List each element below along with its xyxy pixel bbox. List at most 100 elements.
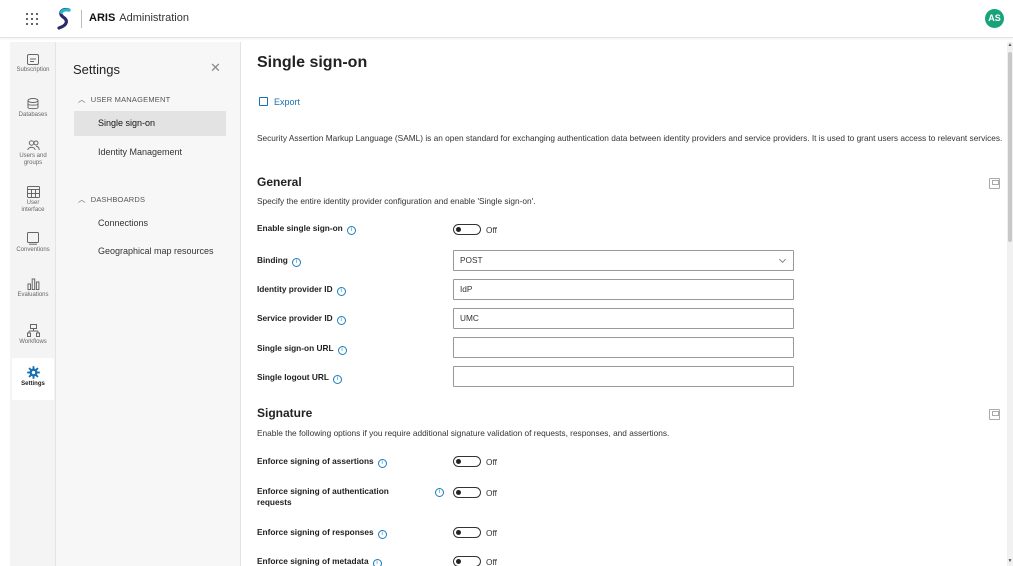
subscription-icon xyxy=(27,54,39,65)
group-user-management[interactable]: ︿ USER MANAGEMENT xyxy=(78,94,170,105)
conventions-icon xyxy=(27,232,39,245)
settings-title: Settings xyxy=(73,62,120,77)
section-desc-general: Specify the entire identity provider con… xyxy=(257,196,536,206)
rail-item-evaluations[interactable]: Evaluations xyxy=(10,278,56,299)
toggle-knob xyxy=(456,459,461,464)
scrollbar-thumb[interactable] xyxy=(1008,52,1012,242)
info-icon[interactable]: i xyxy=(372,559,382,566)
rail-item-conventions[interactable]: Conventions xyxy=(10,232,56,254)
label-enforce-metadata: Enforce signing of metadata i xyxy=(257,556,382,566)
group-label: DASHBOARDS xyxy=(90,195,146,204)
chevron-up-icon: ︿ xyxy=(78,195,86,204)
rail-label: Evaluations xyxy=(17,292,49,298)
export-button[interactable]: Export xyxy=(259,97,300,107)
info-icon[interactable]: i xyxy=(435,488,444,497)
app-launcher-icon[interactable] xyxy=(26,13,38,25)
label-binding: Binding i xyxy=(257,255,301,267)
export-label: Export xyxy=(274,97,301,107)
aris-logo xyxy=(57,7,71,30)
toggle-knob xyxy=(456,490,461,495)
label-identity-provider-id: Identity provider ID i xyxy=(257,284,346,296)
toggle-enforce-auth-requests[interactable] xyxy=(453,487,481,498)
close-icon[interactable]: ✕ xyxy=(210,60,221,76)
service-provider-id-input[interactable]: UMC xyxy=(453,308,794,329)
page-title: Single sign-on xyxy=(257,54,368,71)
scrollbar[interactable]: ▲ ▼ xyxy=(1007,42,1013,566)
rail-item-settings[interactable]: Settings xyxy=(12,358,54,400)
info-icon[interactable]: i xyxy=(336,287,346,296)
toggle-state: Off xyxy=(486,225,497,235)
nav-item-geographical-map-resources[interactable]: Geographical map resources xyxy=(74,239,226,264)
info-icon[interactable]: i xyxy=(332,375,342,384)
toggle-enable-sso[interactable] xyxy=(453,224,481,235)
label-text: Identity provider ID xyxy=(257,284,333,294)
group-label: USER MANAGEMENT xyxy=(90,95,171,104)
rail-label: Workflows xyxy=(19,339,47,345)
workflows-icon xyxy=(26,324,40,337)
app-name: Administration xyxy=(119,12,189,24)
label-text: Enforce signing of responses xyxy=(257,527,374,537)
identity-provider-id-input[interactable]: IdP xyxy=(453,279,794,300)
label-text: Single sign-on URL xyxy=(257,343,334,353)
label-text: Enforce signing of authentication xyxy=(257,486,389,496)
rail-item-workflows[interactable]: Workflows xyxy=(10,324,56,346)
info-icon[interactable]: i xyxy=(291,258,301,267)
label-enforce-responses: Enforce signing of responses i xyxy=(257,527,387,539)
section-title-signature: Signature xyxy=(257,406,313,420)
info-icon[interactable]: i xyxy=(377,530,387,539)
info-icon[interactable]: i xyxy=(337,346,347,355)
chevron-up-icon: ︿ xyxy=(78,95,86,104)
label-single-logout-url: Single logout URL i xyxy=(257,372,342,384)
top-bar: ARIS Administration AS xyxy=(0,0,1013,38)
title-divider xyxy=(81,10,82,28)
rail-label: Conventions xyxy=(16,247,50,253)
binding-value: POST xyxy=(460,255,483,265)
info-icon[interactable]: i xyxy=(346,226,356,235)
label-text: Enforce signing of metadata xyxy=(257,556,369,566)
nav-item-identity-management[interactable]: Identity Management xyxy=(74,140,226,165)
toggle-knob xyxy=(456,227,461,232)
main-content: Single sign-on Export Security Assertion… xyxy=(241,42,1007,566)
rail-label: Settings xyxy=(21,381,45,387)
toggle-state: Off xyxy=(486,557,497,566)
label-text: Enable single sign-on xyxy=(257,223,343,233)
label-single-sign-on-url: Single sign-on URL i xyxy=(257,343,347,355)
info-icon[interactable]: i xyxy=(377,459,387,468)
label-text: Binding xyxy=(257,255,288,265)
binding-select[interactable]: POST xyxy=(453,250,794,271)
app-title: ARIS Administration xyxy=(89,12,189,24)
toggle-enforce-assertions[interactable] xyxy=(453,456,481,467)
group-dashboards[interactable]: ︿ DASHBOARDS xyxy=(78,194,145,205)
rail-item-user-interface[interactable]: User interface xyxy=(10,186,56,214)
toggle-knob xyxy=(456,530,461,535)
user-interface-icon xyxy=(26,186,40,198)
scroll-up-icon[interactable]: ▲ xyxy=(1007,42,1013,48)
gear-icon xyxy=(26,366,40,379)
rail-item-users-and-groups[interactable]: Users and groups xyxy=(10,140,56,167)
save-icon[interactable] xyxy=(989,409,1000,420)
nav-item-single-sign-on[interactable]: Single sign-on xyxy=(74,111,226,136)
chevron-down-icon xyxy=(778,255,787,264)
intro-text: Security Assertion Markup Language (SAML… xyxy=(257,133,1003,143)
toggle-knob xyxy=(456,559,461,564)
user-avatar[interactable]: AS xyxy=(985,9,1004,28)
toggle-enforce-metadata[interactable] xyxy=(453,556,481,566)
export-icon xyxy=(259,97,268,106)
rail-item-subscription[interactable]: Subscription xyxy=(10,54,56,74)
label-text: Single logout URL xyxy=(257,372,329,382)
rail-item-databases[interactable]: Databases xyxy=(10,98,56,119)
section-desc-signature: Enable the following options if you requ… xyxy=(257,428,670,438)
save-icon[interactable] xyxy=(989,178,1000,189)
section-title-general: General xyxy=(257,175,302,189)
label-text: Enforce signing of assertions xyxy=(257,456,374,466)
label-service-provider-id: Service provider ID i xyxy=(257,313,346,325)
single-sign-on-url-input[interactable] xyxy=(453,337,794,358)
scroll-down-icon[interactable]: ▼ xyxy=(1007,558,1013,564)
nav-item-connections[interactable]: Connections xyxy=(74,211,226,236)
toggle-enforce-responses[interactable] xyxy=(453,527,481,538)
database-icon xyxy=(27,98,39,110)
toggle-state: Off xyxy=(486,488,497,498)
label-text: requests xyxy=(257,497,292,507)
info-icon[interactable]: i xyxy=(336,316,346,325)
single-logout-url-input[interactable] xyxy=(453,366,794,387)
